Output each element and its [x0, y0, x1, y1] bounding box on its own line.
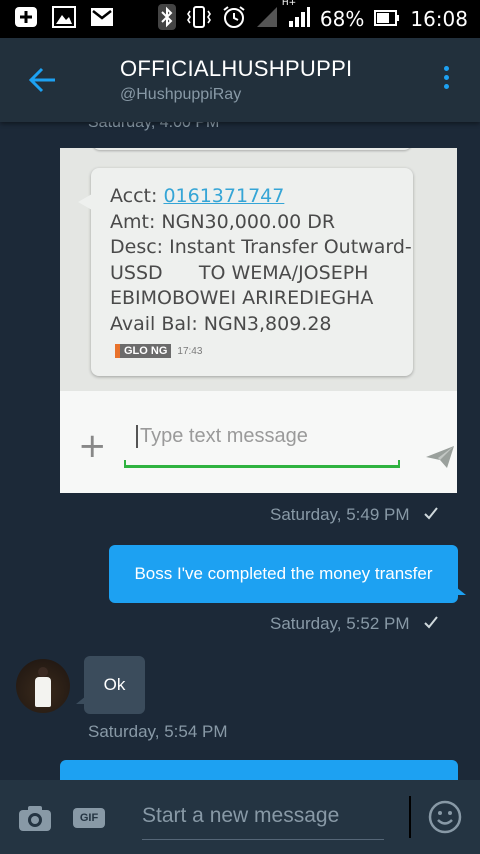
sms-placeholder: Type text message	[136, 425, 308, 448]
sms-composer: + Type text message	[60, 391, 457, 493]
message-timestamp: Saturday, 5:54 PM	[88, 722, 228, 741]
carrier-row: GLO NG 17:43	[115, 344, 202, 358]
status-bar: H+ 68% 16:08	[0, 0, 480, 38]
add-attachment-icon: +	[78, 426, 107, 466]
image-icon	[52, 6, 76, 32]
partial-timestamp: Saturday, 4:00 PM	[88, 122, 220, 131]
new-message-input[interactable]: Start a new message	[142, 804, 339, 828]
mail-icon	[90, 6, 114, 32]
attached-screenshot[interactable]: Acct: 0161371747 Amt: NGN30,000.00 DR De…	[60, 148, 457, 493]
vibrate-icon	[186, 5, 212, 34]
data-signal-icon: H+	[282, 0, 310, 33]
back-arrow-icon[interactable]	[26, 64, 58, 96]
add-notification-icon	[14, 6, 38, 32]
sent-check-icon	[423, 505, 438, 525]
network-label: H+	[281, 0, 297, 8]
incoming-message[interactable]: Ok	[76, 656, 145, 714]
sms-text: Acct: 0161371747 Amt: NGN30,000.00 DR De…	[110, 184, 412, 337]
sms-body: Amt: NGN30,000.00 DR Desc: Instant Trans…	[110, 210, 412, 335]
overflow-menu-icon[interactable]	[440, 66, 452, 94]
conversation-handle: @HushpuppiRay	[120, 86, 242, 103]
outgoing-message[interactable]: Boss I've completed the money transfer	[109, 545, 466, 603]
battery-percent: 68%	[319, 7, 365, 31]
sms-account-number: 0161371747	[163, 185, 285, 207]
sms-time: 17:43	[177, 345, 203, 357]
battery-icon	[374, 7, 400, 31]
previous-sms-bubble-edge	[92, 148, 412, 150]
alarm-icon	[222, 5, 246, 34]
conversation-header: OFFICIALHUSHPUPPI @HushpuppiRay	[0, 38, 480, 122]
compose-bar: GIF Start a new message	[0, 780, 480, 854]
send-icon	[425, 445, 455, 474]
gif-button[interactable]: GIF	[73, 808, 105, 828]
outgoing-message-partial[interactable]	[60, 760, 458, 780]
signal-icon	[256, 6, 278, 33]
clock: 16:08	[410, 7, 468, 31]
message-thread[interactable]: Saturday, 4:00 PM Acct: 0161371747 Amt: …	[0, 122, 480, 780]
bluetooth-icon	[157, 3, 176, 35]
sms-acct-label: Acct:	[110, 185, 164, 207]
sms-bubble: Acct: 0161371747 Amt: NGN30,000.00 DR De…	[78, 168, 413, 376]
sent-check-icon	[423, 614, 438, 634]
message-timestamp: Saturday, 5:49 PM	[270, 505, 438, 525]
carrier-badge: GLO NG	[115, 344, 172, 358]
message-timestamp: Saturday, 5:52 PM	[270, 614, 438, 634]
avatar[interactable]	[16, 659, 70, 713]
camera-icon[interactable]	[18, 804, 52, 837]
conversation-title: OFFICIALHUSHPUPPI	[120, 56, 353, 81]
emoji-icon[interactable]	[428, 800, 462, 839]
